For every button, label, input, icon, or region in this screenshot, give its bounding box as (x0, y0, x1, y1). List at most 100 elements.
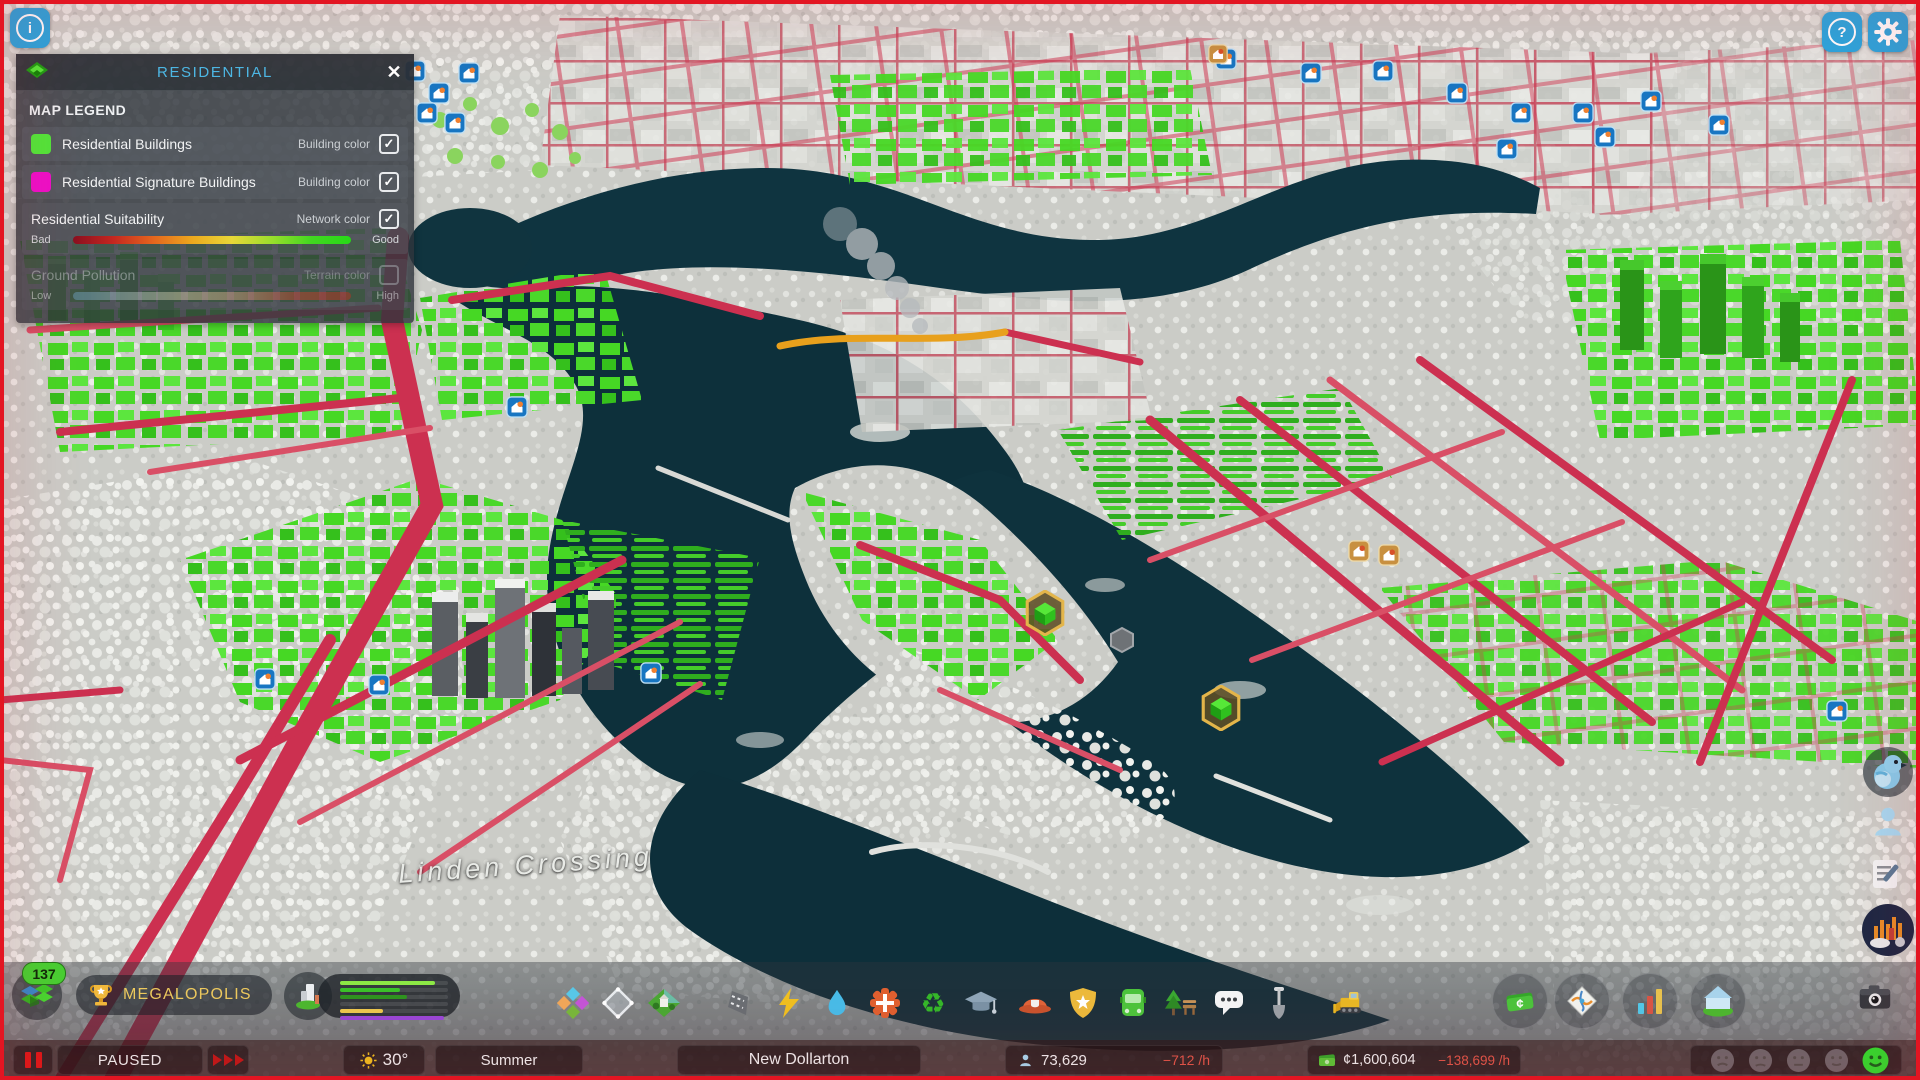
building-alert-marker[interactable] (368, 674, 390, 696)
building-alert-marker[interactable] (428, 82, 450, 104)
city-name-display[interactable]: New Dollarton (677, 1045, 921, 1075)
treasury-display[interactable]: ¢1,600,604 −138,699 /h (1307, 1045, 1521, 1075)
hazard-marker[interactable] (1348, 540, 1370, 562)
hazard-marker[interactable] (1208, 44, 1228, 64)
journal-button[interactable] (1868, 856, 1904, 892)
healthcare-tool[interactable] (868, 986, 902, 1020)
signature-building-marker[interactable] (1025, 590, 1065, 636)
transportation-tool[interactable] (1116, 986, 1150, 1020)
building-alert-marker[interactable] (1372, 60, 1394, 82)
help-button[interactable]: ? (1822, 12, 1862, 52)
landscaping-tool[interactable] (647, 986, 681, 1020)
season-display[interactable]: Summer (435, 1045, 583, 1075)
game-screen: Linden Crossing i ? RESIDENTIAL ✕ MAP LE… (0, 0, 1920, 1080)
police-tool[interactable] (1066, 986, 1100, 1020)
speed-fast-forward-button[interactable] (207, 1045, 249, 1075)
terraforming-tool[interactable] (1262, 986, 1296, 1020)
demand-button[interactable] (284, 972, 332, 1020)
building-alert-marker[interactable] (1572, 102, 1594, 124)
building-alert-marker[interactable] (1594, 126, 1616, 148)
xp-level-badge: 137 (22, 962, 66, 985)
garbage-tool[interactable]: ♻ (916, 986, 950, 1020)
legend-row-mode: Building color (297, 137, 370, 151)
milestone-button[interactable]: MEGALOPOLIS (76, 975, 272, 1015)
electricity-tool[interactable] (772, 986, 806, 1020)
settings-button[interactable] (1868, 12, 1908, 52)
building-alert-marker[interactable] (1510, 102, 1532, 124)
signature-building-marker[interactable] (1201, 685, 1241, 731)
scale-max-label: Good (372, 234, 399, 246)
population-trend: −712 /h (1162, 1052, 1210, 1068)
city-map-icon (1567, 986, 1597, 1016)
fire-rescue-tool[interactable] (1018, 986, 1052, 1020)
areas-tool[interactable] (601, 986, 635, 1020)
building-alert-marker[interactable] (458, 62, 480, 84)
building-alert-marker[interactable] (1640, 90, 1662, 112)
shovel-icon (1273, 987, 1285, 1019)
communications-tool[interactable] (1212, 986, 1246, 1020)
speed-state-label: PAUSED (97, 1051, 163, 1069)
signature-buildings-swatch (31, 172, 51, 192)
suitability-checkbox[interactable]: ✓ (379, 209, 399, 229)
building-alert-marker[interactable] (254, 668, 276, 690)
citizen-lifepath-button[interactable] (1870, 804, 1906, 840)
population-display[interactable]: 73,629 −712 /h (1005, 1045, 1223, 1075)
population-icon (1020, 1054, 1031, 1066)
building-alert-marker[interactable] (506, 396, 528, 418)
close-icon[interactable]: ✕ (382, 60, 406, 84)
medical-star-icon (870, 988, 900, 1018)
simulation-speed-display[interactable]: PAUSED (57, 1045, 203, 1075)
building-alert-marker[interactable] (1300, 62, 1322, 84)
radio-button[interactable] (1860, 902, 1916, 958)
building-alert-marker[interactable] (1446, 82, 1468, 104)
chirper-button[interactable] (1862, 746, 1914, 798)
suitability-gradient-bar (73, 236, 351, 244)
pause-button[interactable] (13, 1045, 53, 1075)
temperature-value: 30° (382, 1050, 409, 1069)
zones-tool[interactable] (556, 986, 590, 1020)
money-icon: ¢ (1506, 992, 1534, 1012)
economy-button[interactable]: ¢ (1492, 973, 1548, 1029)
zones-icon (557, 987, 589, 1019)
park-tree-icon (1164, 989, 1197, 1016)
statistics-button[interactable] (1622, 973, 1678, 1029)
roads-tool[interactable] (722, 986, 756, 1020)
map-views-button[interactable] (1554, 973, 1610, 1029)
legend-row-mode: Terrain color (303, 268, 370, 282)
photo-mode-button[interactable] (1858, 980, 1892, 1014)
happy-face-icon (1862, 1047, 1889, 1073)
bulldozer-tool[interactable] (1332, 986, 1366, 1020)
building-alert-marker[interactable] (1708, 114, 1730, 136)
education-tool[interactable] (964, 986, 998, 1020)
building-alert-marker[interactable] (1496, 138, 1518, 160)
water-sewage-tool[interactable] (820, 986, 854, 1020)
happiness-faces (1710, 1047, 1889, 1074)
demand-bar (340, 981, 436, 986)
building-alert-marker[interactable] (416, 102, 438, 124)
demand-bar (340, 1015, 444, 1021)
building-alert-marker[interactable] (444, 112, 466, 134)
building-alert-marker[interactable] (640, 662, 662, 684)
svg-text:¢: ¢ (1516, 996, 1523, 1011)
status-bar: PAUSED 30° Summer New Dollarton 73,629 −… (0, 1040, 1920, 1080)
zoning-demand-bars (318, 974, 460, 1021)
recycle-icon: ♻ (920, 987, 945, 1019)
service-marker[interactable] (1110, 626, 1134, 654)
ground-pollution-checkbox[interactable] (379, 265, 399, 285)
infoviews-button[interactable]: i (10, 8, 50, 48)
main-toolbar: 137 MEGALOPOLIS ♻ ¢ (0, 962, 1920, 1040)
hazard-marker[interactable] (1378, 544, 1400, 566)
scale-min-label: Bad (31, 234, 51, 246)
city-information-button[interactable] (1690, 973, 1746, 1029)
panel-title: RESIDENTIAL (157, 63, 273, 81)
trophy-icon (90, 985, 112, 1006)
signature-buildings-checkbox[interactable]: ✓ (379, 172, 399, 192)
city-demand-icon (296, 984, 320, 1010)
residential-buildings-checkbox[interactable]: ✓ (379, 134, 399, 154)
parks-recreation-tool[interactable] (1164, 986, 1198, 1020)
happiness-display[interactable] (1690, 1045, 1902, 1075)
legend-row-label: Residential Signature Buildings (62, 174, 256, 190)
temperature-display[interactable]: 30° (343, 1045, 425, 1075)
residential-buildings-swatch (31, 134, 51, 154)
building-alert-marker[interactable] (1826, 700, 1848, 722)
